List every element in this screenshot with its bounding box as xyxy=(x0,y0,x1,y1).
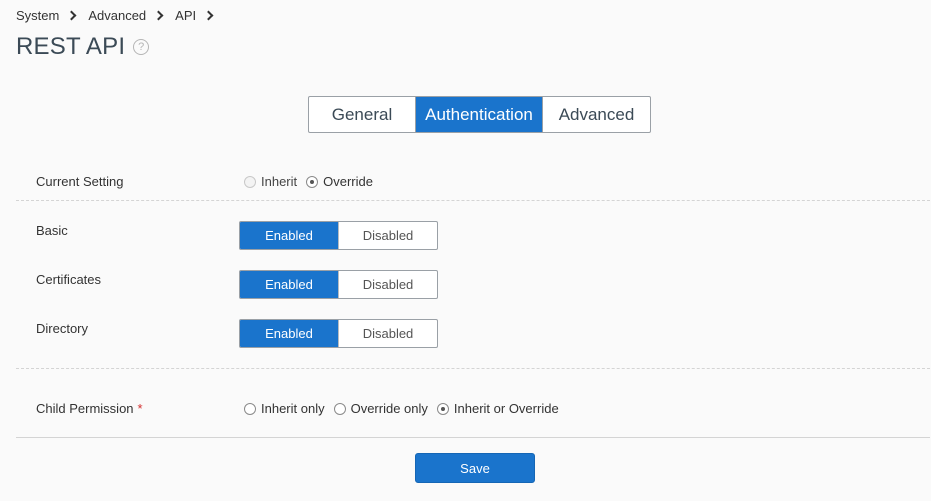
current-setting-radio-group: Inherit Override xyxy=(244,174,382,189)
basic-toggle: Enabled Disabled xyxy=(239,221,438,250)
child-permission-label: Child Permission * xyxy=(36,401,143,416)
page-title: REST API xyxy=(16,33,126,60)
certificates-toggle: Enabled Disabled xyxy=(239,270,438,299)
override-only-label: Override only xyxy=(350,401,428,416)
tab-advanced[interactable]: Advanced xyxy=(543,97,650,132)
breadcrumb-advanced[interactable]: Advanced xyxy=(88,8,146,23)
override-radio[interactable] xyxy=(306,175,319,188)
tab-authentication[interactable]: Authentication xyxy=(416,97,543,132)
directory-toggle: Enabled Disabled xyxy=(239,319,438,348)
inherit-or-override-option[interactable]: Inherit or Override xyxy=(436,401,559,416)
title-row: REST API ? xyxy=(16,33,150,61)
inherit-option[interactable]: Inherit xyxy=(244,174,297,189)
breadcrumb-api[interactable]: API xyxy=(175,8,196,23)
chevron-right-icon xyxy=(153,10,164,21)
inherit-only-label: Inherit only xyxy=(261,401,325,416)
basic-label: Basic xyxy=(36,223,68,238)
override-only-radio[interactable] xyxy=(333,402,346,415)
inherit-only-radio[interactable] xyxy=(244,402,256,415)
certificates-enabled-button[interactable]: Enabled xyxy=(240,271,338,298)
section-divider xyxy=(16,200,930,201)
current-setting-label: Current Setting xyxy=(36,174,124,189)
child-permission-radio-group: Inherit only Override only Inherit or Ov… xyxy=(244,401,568,416)
breadcrumb: System Advanced API xyxy=(16,8,225,23)
breadcrumb-system[interactable]: System xyxy=(16,8,59,23)
certificates-label: Certificates xyxy=(36,272,102,287)
override-only-option[interactable]: Override only xyxy=(333,401,428,416)
section-divider xyxy=(16,368,930,369)
directory-enabled-button[interactable]: Enabled xyxy=(240,320,338,347)
inherit-or-override-radio[interactable] xyxy=(436,402,449,415)
inherit-option-label: Inherit xyxy=(261,174,298,189)
tab-bar: General Authentication Advanced xyxy=(308,96,651,133)
save-button[interactable]: Save xyxy=(415,453,535,483)
override-option[interactable]: Override xyxy=(306,174,373,189)
override-option-label: Override xyxy=(323,174,373,189)
child-permission-label-text: Child Permission xyxy=(36,401,134,416)
required-marker: * xyxy=(137,401,143,416)
basic-enabled-button[interactable]: Enabled xyxy=(240,222,338,249)
footer-divider xyxy=(16,437,930,438)
inherit-only-option[interactable]: Inherit only xyxy=(244,401,325,416)
certificates-disabled-button[interactable]: Disabled xyxy=(338,271,437,298)
directory-label: Directory xyxy=(36,321,89,336)
tab-general[interactable]: General xyxy=(309,97,416,132)
help-icon[interactable]: ? xyxy=(133,39,150,55)
chevron-right-icon xyxy=(203,10,214,21)
basic-disabled-button[interactable]: Disabled xyxy=(338,222,437,249)
chevron-right-icon xyxy=(66,10,77,21)
inherit-or-override-label: Inherit or Override xyxy=(453,401,559,416)
directory-disabled-button[interactable]: Disabled xyxy=(338,320,437,347)
inherit-radio[interactable] xyxy=(244,175,256,188)
